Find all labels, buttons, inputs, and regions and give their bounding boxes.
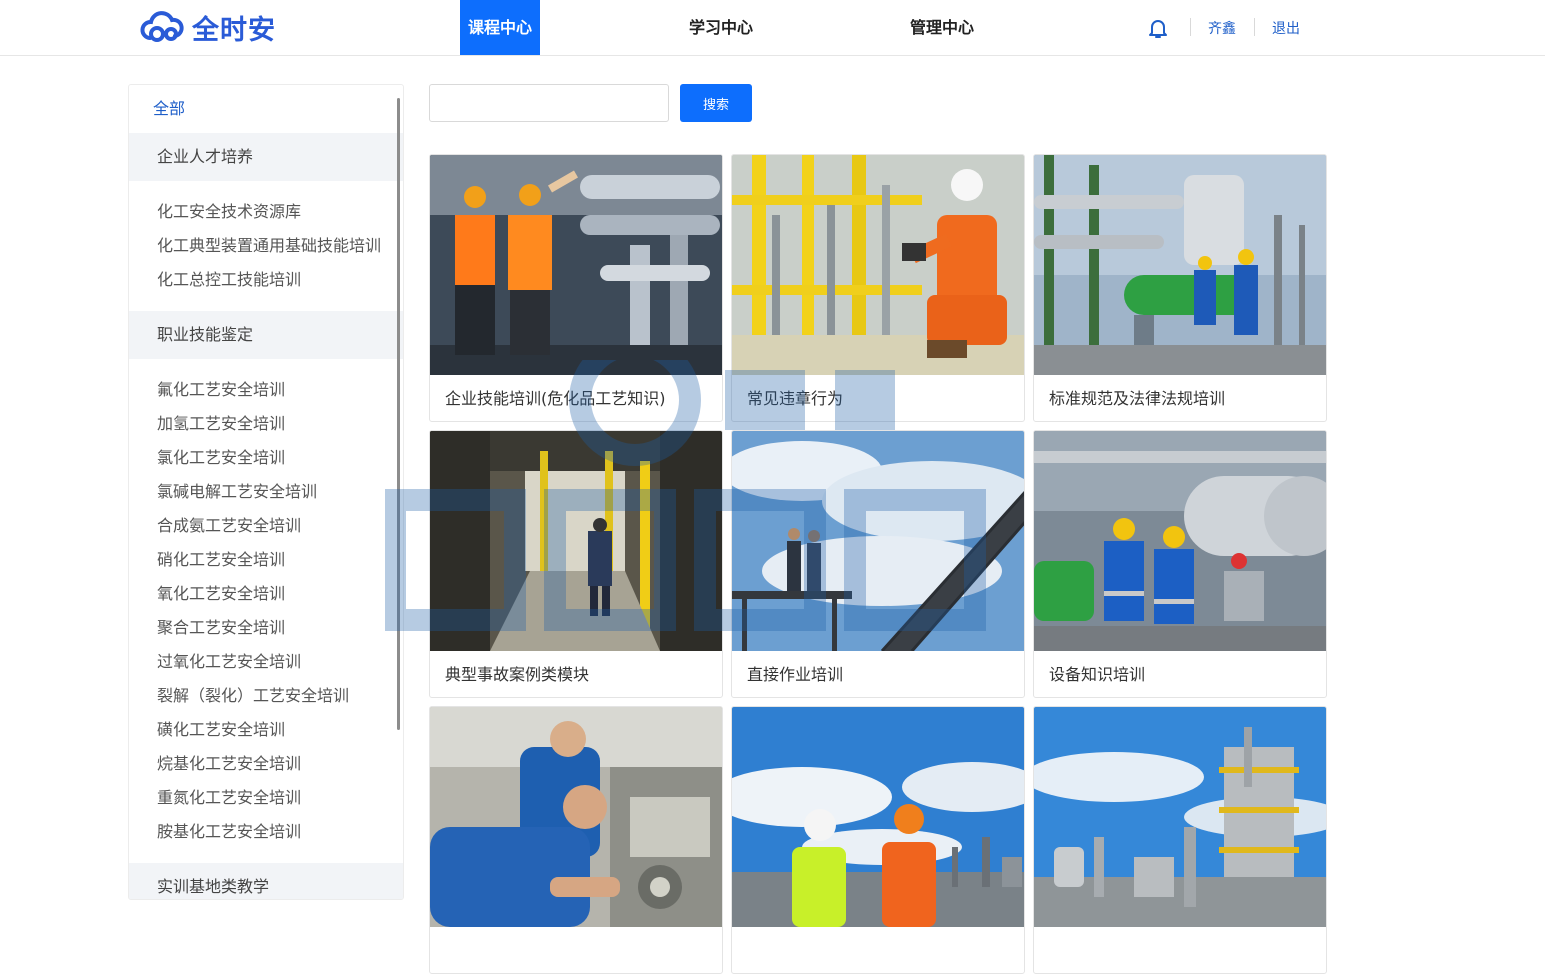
- course-thumbnail: [1034, 155, 1326, 375]
- course-card[interactable]: [1033, 706, 1327, 974]
- workers-refinery-sky-photo: [732, 707, 1024, 927]
- course-title: 设备知识培训: [1049, 665, 1146, 684]
- category-item[interactable]: 硝化工艺安全培训: [129, 543, 403, 577]
- course-card[interactable]: [731, 706, 1025, 974]
- course-thumbnail: [1034, 707, 1326, 927]
- course-card[interactable]: 标准规范及法律法规培训: [1033, 154, 1327, 422]
- header-divider: [1190, 18, 1191, 36]
- course-card[interactable]: [429, 706, 723, 974]
- logout-link[interactable]: 退出: [1272, 18, 1300, 38]
- category-item[interactable]: 加氢工艺安全培训: [129, 407, 403, 441]
- course-card[interactable]: 直接作业培训: [731, 430, 1025, 698]
- category-item[interactable]: 胺基化工艺安全培训: [129, 815, 403, 849]
- bell-icon[interactable]: [1146, 16, 1170, 40]
- category-item[interactable]: 氯化工艺安全培训: [129, 441, 403, 475]
- course-card[interactable]: 常见违章行为: [731, 154, 1025, 422]
- course-card[interactable]: 企业技能培训(危化品工艺知识): [429, 154, 723, 422]
- category-list: 氟化工艺安全培训 加氢工艺安全培训 氯化工艺安全培训 氯碱电解工艺安全培训 合成…: [129, 359, 403, 863]
- category-item[interactable]: 合成氨工艺安全培训: [129, 509, 403, 543]
- refinery-tower-photo: [1034, 707, 1326, 927]
- user-name-link[interactable]: 齐鑫: [1208, 18, 1236, 38]
- course-title: 企业技能培训(危化品工艺知识): [445, 389, 666, 408]
- worker-walking-corridor-photo: [430, 431, 722, 651]
- course-title: 直接作业培训: [747, 665, 844, 684]
- category-group-vocational-skill[interactable]: 职业技能鉴定: [129, 311, 403, 359]
- worker-orange-suit-tablet-photo: [732, 155, 1024, 375]
- category-item[interactable]: 化工安全技术资源库: [129, 195, 403, 229]
- course-card[interactable]: 设备知识培训: [1033, 430, 1327, 698]
- category-item[interactable]: 过氧化工艺安全培训: [129, 645, 403, 679]
- category-item[interactable]: 磺化工艺安全培训: [129, 713, 403, 747]
- course-title: 典型事故案例类模块: [445, 665, 590, 684]
- course-title: 标准规范及法律法规培训: [1049, 389, 1226, 408]
- course-thumbnail: [430, 431, 722, 651]
- category-item[interactable]: 烷基化工艺安全培训: [129, 747, 403, 781]
- workers-machine-tool-photo: [430, 707, 722, 927]
- sidebar-scrollbar[interactable]: [397, 98, 400, 730]
- category-all[interactable]: 全部: [129, 85, 403, 133]
- category-item[interactable]: 化工总控工技能培训: [129, 263, 403, 297]
- brand-logo[interactable]: 全时安: [140, 8, 276, 46]
- category-group-training-base[interactable]: 实训基地类教学: [129, 863, 403, 899]
- category-item[interactable]: 氟化工艺安全培训: [129, 373, 403, 407]
- course-thumbnail: [1034, 431, 1326, 651]
- header-divider: [1254, 18, 1255, 36]
- top-header: 全时安 课程中心 学习中心 管理中心 齐鑫 退出: [0, 0, 1545, 56]
- course-title: 常见违章行为: [747, 389, 844, 408]
- cloud-logo-icon: [140, 11, 184, 42]
- category-item[interactable]: 裂解（裂化）工艺安全培训: [129, 679, 403, 713]
- workers-heat-exchanger-photo: [1034, 431, 1326, 651]
- category-sidebar: 全部 企业人才培养 化工安全技术资源库 化工典型装置通用基础技能培训 化工总控工…: [128, 84, 404, 900]
- course-thumbnail: [732, 431, 1024, 651]
- category-item[interactable]: 聚合工艺安全培训: [129, 611, 403, 645]
- search-input[interactable]: [429, 84, 669, 122]
- workers-green-pipes-photo: [1034, 155, 1326, 375]
- category-item[interactable]: 氧化工艺安全培训: [129, 577, 403, 611]
- nav-management-center[interactable]: 管理中心: [901, 0, 983, 55]
- category-list: 化工安全技术资源库 化工典型装置通用基础技能培训 化工总控工技能培训: [129, 181, 403, 311]
- course-thumbnail: [732, 155, 1024, 375]
- course-card[interactable]: 典型事故案例类模块: [429, 430, 723, 698]
- course-thumbnail: [430, 707, 722, 927]
- category-item[interactable]: 化工典型装置通用基础技能培训: [129, 229, 403, 263]
- workers-inspecting-pipes-photo: [430, 155, 722, 375]
- category-item[interactable]: 氯碱电解工艺安全培训: [129, 475, 403, 509]
- course-thumbnail: [430, 155, 722, 375]
- search-button[interactable]: 搜索: [680, 84, 752, 122]
- nav-course-center[interactable]: 课程中心: [460, 0, 540, 55]
- nav-learning-center[interactable]: 学习中心: [680, 0, 762, 55]
- category-group-enterprise-talent[interactable]: 企业人才培养: [129, 133, 403, 181]
- course-thumbnail: [732, 707, 1024, 927]
- category-item[interactable]: 重氮化工艺安全培训: [129, 781, 403, 815]
- workers-on-steel-stairs-photo: [732, 431, 1024, 651]
- logo-text: 全时安: [192, 14, 276, 46]
